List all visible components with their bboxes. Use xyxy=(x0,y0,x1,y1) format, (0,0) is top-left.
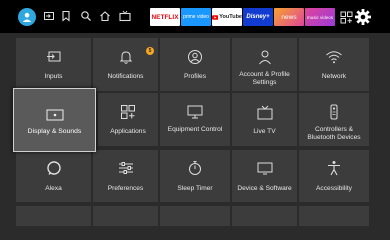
tile-display-sounds[interactable]: Display & Sounds xyxy=(13,88,96,152)
apps-icon xyxy=(121,105,135,119)
tile-equipment-label: Equipment Control xyxy=(167,126,223,133)
netflix-label: NETFLIX xyxy=(151,13,179,21)
profile-icon xyxy=(188,50,202,64)
home-button[interactable] xyxy=(96,7,114,25)
tile-inputs[interactable]: Inputs xyxy=(16,38,91,91)
home-icon xyxy=(100,11,110,22)
settings-button[interactable] xyxy=(352,6,374,28)
tile-profiles-label: Profiles xyxy=(184,73,206,80)
tile-sleep-timer[interactable]: Sleep Timer xyxy=(160,150,230,202)
input-switch-button[interactable] xyxy=(40,7,58,25)
news-label: news xyxy=(281,13,297,21)
search-button[interactable] xyxy=(77,7,95,25)
tile-applications-label: Applications xyxy=(110,128,146,135)
prime-video-app-tile[interactable]: prime video xyxy=(181,8,211,26)
tile-notifications[interactable]: 5 Notifications xyxy=(93,38,158,91)
tile-account-label: Account & Profile Settings xyxy=(239,71,290,86)
top-nav-bar: NETFLIX prime video YouTube Disney+ news… xyxy=(0,0,390,33)
app-grid-icon xyxy=(340,11,352,23)
profile-avatar[interactable] xyxy=(18,8,36,26)
bell-icon xyxy=(119,51,132,64)
bookmark-button[interactable] xyxy=(57,7,75,25)
tile-live-tv[interactable]: Live TV xyxy=(232,93,297,146)
search-icon xyxy=(81,11,91,21)
tile-accessibility-label: Accessibility xyxy=(316,185,352,192)
music-videos-label: music videos xyxy=(306,14,333,20)
gear-icon xyxy=(355,9,371,25)
notification-badge: 5 xyxy=(146,47,154,55)
timer-icon xyxy=(189,161,201,175)
input-icon xyxy=(44,12,54,20)
tile-row4-4[interactable] xyxy=(232,206,297,226)
youtube-play-icon xyxy=(212,14,219,20)
disney-plus-app-tile[interactable]: Disney+ xyxy=(243,8,273,26)
accessibility-icon xyxy=(328,161,340,176)
input-icon xyxy=(46,51,60,62)
youtube-label: YouTube xyxy=(219,14,242,20)
tile-equipment-control[interactable]: Equipment Control xyxy=(160,93,230,146)
user-icon xyxy=(22,12,32,22)
tile-preferences[interactable]: Preferences xyxy=(93,150,158,202)
remote-icon xyxy=(330,104,338,120)
bookmark-icon xyxy=(62,10,70,22)
tile-device-software[interactable]: Device & Software xyxy=(232,150,297,202)
music-videos-app-tile[interactable]: music videos xyxy=(305,8,335,26)
tile-network-label: Network xyxy=(321,73,347,80)
sliders-icon xyxy=(118,162,133,174)
account-icon xyxy=(258,50,271,65)
tile-live-tv-label: Live TV xyxy=(253,128,276,135)
tile-display-label: Display & Sounds xyxy=(27,128,82,135)
prime-video-label: prime video xyxy=(183,14,209,20)
tv-icon xyxy=(119,10,131,22)
tile-inputs-label: Inputs xyxy=(44,73,63,80)
tile-row4-2[interactable] xyxy=(93,206,158,226)
tile-controllers-label: Controllers & Bluetooth Devices xyxy=(307,126,361,141)
tile-row4-5[interactable] xyxy=(299,206,369,226)
tile-preferences-label: Preferences xyxy=(107,185,144,192)
tv-icon xyxy=(257,105,272,119)
netflix-app-tile[interactable]: NETFLIX xyxy=(150,8,180,26)
tile-row4-1[interactable] xyxy=(16,206,91,226)
news-app-tile[interactable]: news xyxy=(274,8,304,26)
alexa-icon xyxy=(46,161,61,175)
tile-account-profile-settings[interactable]: Account & Profile Settings xyxy=(232,38,297,91)
youtube-app-tile[interactable]: YouTube xyxy=(212,8,242,26)
tile-accessibility[interactable]: Accessibility xyxy=(299,150,369,202)
tile-profiles[interactable]: Profiles xyxy=(160,38,230,91)
monitor-icon xyxy=(187,105,203,119)
wifi-icon xyxy=(326,51,342,64)
tile-row4-3[interactable] xyxy=(160,206,230,226)
tile-device-label: Device & Software xyxy=(237,185,292,192)
tile-notifications-label: Notifications xyxy=(107,73,144,80)
live-tv-button[interactable] xyxy=(116,7,134,25)
tile-network[interactable]: Network xyxy=(299,38,369,91)
tile-alexa[interactable]: Alexa xyxy=(16,150,91,202)
tile-controllers-bluetooth[interactable]: Controllers & Bluetooth Devices xyxy=(299,93,369,146)
disney-plus-label: Disney+ xyxy=(246,14,270,20)
display-icon xyxy=(46,109,63,120)
tile-alexa-label: Alexa xyxy=(45,185,62,192)
settings-grid: Inputs 5 Notifications Profiles Account … xyxy=(0,33,390,226)
tile-applications[interactable]: Applications xyxy=(98,93,158,146)
device-icon xyxy=(257,162,272,175)
tile-sleep-timer-label: Sleep Timer xyxy=(177,185,213,192)
